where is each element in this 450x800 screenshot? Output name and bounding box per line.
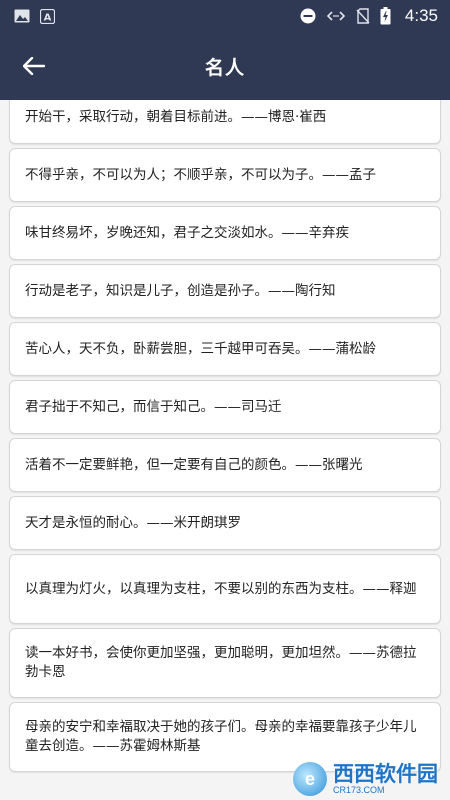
status-bar: A 4:35	[0, 0, 450, 32]
battery-charging-icon	[380, 7, 391, 25]
quote-text: 活着不一定要鲜艳，但一定要有自己的颜色。——张曙光	[25, 456, 363, 473]
clock: 4:35	[404, 6, 438, 25]
quote-text: 不得乎亲，不可以为人；不顺乎亲，不可以为子。——孟子	[25, 166, 376, 183]
quote-card[interactable]: 活着不一定要鲜艳，但一定要有自己的颜色。——张曙光	[9, 438, 441, 492]
watermark-subtext: CR173.COM	[333, 785, 385, 795]
svg-text:A: A	[44, 12, 52, 23]
quote-card[interactable]: 天才是永恒的耐心。——米开朗琪罗	[9, 496, 441, 550]
watermark-logo-icon: e	[293, 762, 327, 796]
do-not-disturb-icon	[300, 8, 316, 24]
no-sim-icon	[356, 8, 370, 24]
quote-card[interactable]: 以真理为灯火，以真理为支柱，不要以别的东西为支柱。——释迦	[9, 554, 441, 624]
quote-text: 味甘终易坏，岁晚还知，君子之交淡如水。——辛弃疾	[25, 224, 349, 241]
quote-card[interactable]: 君子拙于不知己，而信于知己。——司马迁	[9, 380, 441, 434]
quote-card[interactable]: 开始干，采取行动，朝着目标前进。——博恩·崔西	[9, 100, 441, 144]
page-title: 名人	[204, 56, 245, 79]
quote-card[interactable]: 读一本好书，会使你更加坚强，更加聪明，更加坦然。——苏德拉勃卡恩	[9, 628, 441, 698]
quote-text: 以真理为灯火，以真理为支柱，不要以别的东西为支柱。——释迦	[25, 580, 417, 597]
quote-card[interactable]: 不得乎亲，不可以为人；不顺乎亲，不可以为子。——孟子	[9, 148, 441, 202]
status-right-icons: 4:35	[300, 6, 438, 26]
quote-text: 天才是永恒的耐心。——米开朗琪罗	[25, 514, 241, 531]
quote-card[interactable]: 苦心人，天不负，卧薪尝胆，三千越甲可吞吴。——蒲松龄	[9, 322, 441, 376]
a-badge-icon: A	[40, 8, 55, 24]
quote-text: 君子拙于不知己，而信于知己。——司马迁	[25, 398, 282, 415]
quote-card[interactable]: 行动是老子，知识是儿子，创造是孙子。——陶行知	[9, 264, 441, 318]
site-watermark: e 西西软件园 CR173.COM	[238, 760, 438, 798]
quote-list-container[interactable]: 开始干，采取行动，朝着目标前进。——博恩·崔西 不得乎亲，不可以为人；不顺乎亲，…	[0, 100, 450, 800]
quote-card[interactable]: 味甘终易坏，岁晚还知，君子之交淡如水。——辛弃疾	[9, 206, 441, 260]
app-bar: 名人	[0, 32, 450, 100]
watermark-text: 西西软件园	[333, 762, 438, 786]
image-icon	[14, 9, 30, 23]
quote-list: 开始干，采取行动，朝着目标前进。——博恩·崔西 不得乎亲，不可以为人；不顺乎亲，…	[0, 100, 450, 776]
quote-text: 开始干，采取行动，朝着目标前进。——博恩·崔西	[25, 108, 327, 125]
quote-text: 读一本好书，会使你更加坚强，更加聪明，更加坦然。——苏德拉勃卡恩	[25, 645, 417, 680]
quote-text: 母亲的安宁和幸福取决于她的孩子们。母亲的幸福要靠孩子少年儿童去创造。——苏霍姆林…	[25, 719, 417, 754]
quote-text: 苦心人，天不负，卧薪尝胆，三千越甲可吞吴。——蒲松龄	[25, 340, 376, 357]
data-arrows-icon	[326, 9, 346, 23]
status-left-icons: A	[14, 8, 55, 24]
quote-text: 行动是老子，知识是儿子，创造是孙子。——陶行知	[25, 282, 336, 299]
